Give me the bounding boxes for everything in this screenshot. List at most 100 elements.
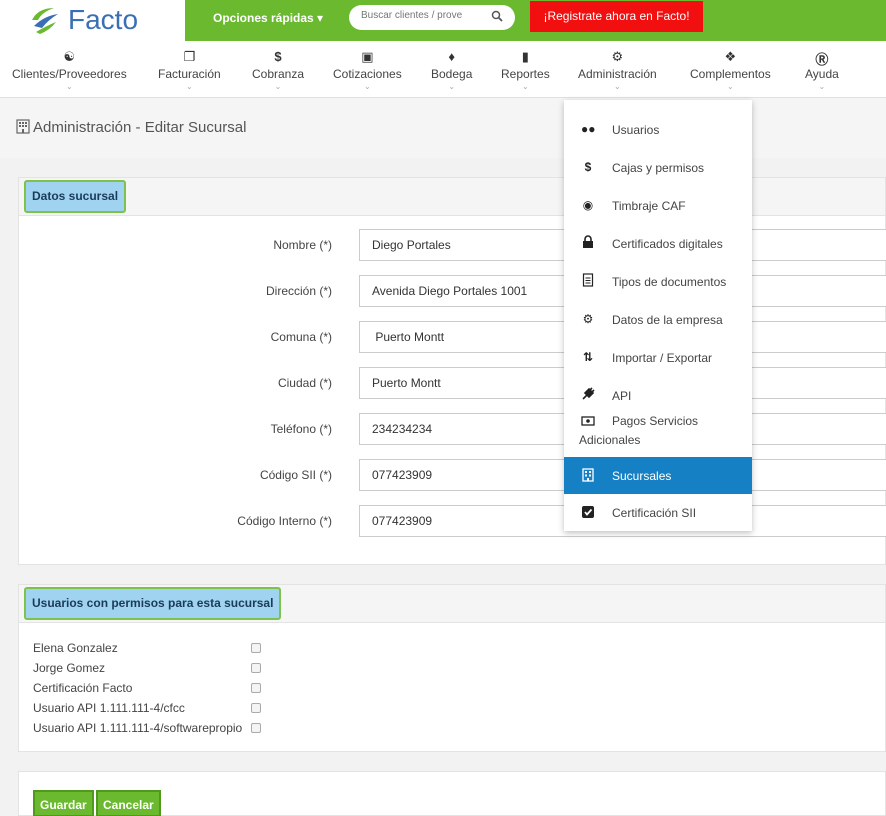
user-name: Certificación Facto bbox=[33, 681, 133, 695]
retweet-icon: ⇅ bbox=[582, 350, 594, 364]
register-button[interactable]: ¡Registrate ahora en Facto! bbox=[530, 1, 703, 32]
page-title: Administración - Editar Sucursal bbox=[16, 119, 246, 136]
user-permission-checkbox[interactable] bbox=[251, 643, 261, 653]
puzzle-icon: ❖ bbox=[724, 49, 737, 64]
comuna-label: Comuna (*) bbox=[270, 330, 332, 344]
nav-administracion[interactable]: ⚙ Administración ⌄ bbox=[578, 49, 657, 91]
nav-bodega[interactable]: ♦ Bodega ⌄ bbox=[431, 49, 472, 91]
search-input[interactable] bbox=[361, 10, 481, 21]
check-square-icon bbox=[582, 506, 594, 518]
menu-item-label: API bbox=[612, 389, 632, 403]
building-icon bbox=[16, 119, 30, 134]
nav-clientes-proveedores[interactable]: ☯ Clientes/Proveedores ⌄ bbox=[12, 49, 127, 91]
menu-item-label: Pagos Servicios bbox=[612, 414, 699, 428]
user-permission-checkbox[interactable] bbox=[251, 723, 261, 733]
facto-logo-icon bbox=[32, 8, 58, 34]
menu-item-label: Importar / Exportar bbox=[612, 351, 713, 365]
chevron-down-icon: ⌄ bbox=[66, 82, 73, 91]
menu-item-label: Usuarios bbox=[612, 123, 660, 137]
menu-item-label: Tipos de documentos bbox=[612, 275, 727, 289]
menu-item-label: Timbraje CAF bbox=[612, 199, 686, 213]
nav-cobranza[interactable]: $ Cobranza ⌄ bbox=[252, 49, 304, 91]
menu-item-timbraje-caf[interactable]: ◉ Timbraje CAF bbox=[564, 186, 752, 224]
save-button[interactable]: Guardar bbox=[33, 790, 94, 816]
nav-facturacion[interactable]: ❐ Facturación ⌄ bbox=[158, 49, 221, 91]
menu-item-cajas-permisos[interactable]: $ Cajas y permisos bbox=[564, 148, 752, 186]
section-title: Datos sucursal bbox=[24, 180, 127, 213]
nombre-label: Nombre (*) bbox=[273, 238, 332, 252]
menu-item-label: Certificación SII bbox=[612, 506, 697, 520]
gear-icon: ⚙ bbox=[582, 312, 594, 326]
admin-dropdown-menu: ●● Usuarios $ Cajas y permisos ◉ Timbraj… bbox=[564, 100, 752, 531]
menu-item-label: Adicionales bbox=[579, 433, 641, 447]
main-nav: ☯ Clientes/Proveedores ⌄ ❐ Facturación ⌄… bbox=[0, 41, 886, 98]
bar-chart-icon: ▮ bbox=[521, 49, 529, 64]
nav-label: Ayuda bbox=[805, 67, 839, 81]
menu-item-label: Cajas y permisos bbox=[612, 161, 705, 175]
chevron-down-icon: ⌄ bbox=[522, 82, 529, 91]
user-permission-checkbox[interactable] bbox=[251, 663, 261, 673]
menu-item-api[interactable]: API bbox=[564, 376, 752, 414]
search-box[interactable] bbox=[349, 5, 515, 30]
nav-label: Reportes bbox=[501, 67, 550, 81]
menu-item-tipos-documentos[interactable]: Tipos de documentos bbox=[564, 262, 752, 300]
chevron-down-icon: ⌄ bbox=[186, 82, 193, 91]
search-icon[interactable] bbox=[491, 10, 503, 22]
menu-item-label: Datos de la empresa bbox=[612, 313, 723, 327]
nav-label: Clientes/Proveedores bbox=[12, 67, 127, 81]
menu-item-datos-empresa[interactable]: ⚙ Datos de la empresa bbox=[564, 300, 752, 338]
nav-label: Cotizaciones bbox=[333, 67, 402, 81]
cubes-icon: ♦ bbox=[448, 49, 455, 64]
codigo-sii-label: Código SII (*) bbox=[259, 468, 332, 482]
menu-item-pagos-servicios[interactable]: Pagos Servicios Adicionales bbox=[564, 414, 752, 456]
logo[interactable]: Facto bbox=[0, 0, 185, 41]
menu-item-certificados-digitales[interactable]: Certificados digitales bbox=[564, 224, 752, 262]
nav-reportes[interactable]: ▮ Reportes ⌄ bbox=[501, 49, 550, 91]
cogs-icon: ⚙ bbox=[611, 49, 624, 64]
nav-label: Complementos bbox=[690, 67, 771, 81]
nav-cotizaciones[interactable]: ▣ Cotizaciones ⌄ bbox=[333, 49, 402, 91]
plug-icon bbox=[582, 387, 595, 400]
cancel-button[interactable]: Cancelar bbox=[96, 790, 161, 816]
chevron-down-icon: ⌄ bbox=[364, 82, 371, 91]
menu-item-sucursales[interactable]: Sucursales bbox=[564, 457, 752, 494]
chevron-down-icon: ⌄ bbox=[818, 82, 826, 91]
top-bar: Facto Opciones rápidas ▾ ¡Registrate aho… bbox=[0, 0, 886, 41]
chevron-down-icon: ⌄ bbox=[274, 82, 282, 91]
user-name: Elena Gonzalez bbox=[33, 641, 118, 655]
menu-item-importar-exportar[interactable]: ⇅ Importar / Exportar bbox=[564, 338, 752, 376]
money-icon bbox=[581, 416, 595, 426]
users-icon: ●● bbox=[581, 122, 596, 136]
nav-label: Bodega bbox=[431, 67, 473, 81]
nav-label: Facturación bbox=[158, 67, 221, 81]
direccion-label: Dirección (*) bbox=[265, 284, 332, 298]
ciudad-label: Ciudad (*) bbox=[277, 376, 332, 390]
codigo-interno-label: Código Interno (*) bbox=[237, 514, 332, 528]
nav-complementos[interactable]: ❖ Complementos ⌄ bbox=[690, 49, 771, 91]
user-name: Jorge Gomez bbox=[33, 661, 106, 675]
quick-options-menu[interactable]: Opciones rápidas ▾ bbox=[213, 11, 323, 25]
users-icon: ☯ bbox=[63, 49, 76, 64]
document-icon bbox=[582, 273, 594, 287]
lock-icon bbox=[583, 235, 593, 248]
menu-item-certificacion-sii[interactable]: Certificación SII bbox=[564, 494, 752, 531]
help-icon: Ⓡ bbox=[815, 52, 829, 67]
chevron-down-icon: ⌄ bbox=[448, 82, 456, 91]
cart-icon: ▣ bbox=[361, 49, 374, 64]
users-permissions-panel: Usuarios con permisos para esta sucursal… bbox=[18, 584, 886, 752]
chevron-down-icon: ⌄ bbox=[614, 82, 621, 91]
branch-data-panel: Datos sucursal Nombre (*) Diego Portales… bbox=[18, 177, 886, 565]
nav-label: Cobranza bbox=[252, 67, 305, 81]
chevron-down-icon: ⌄ bbox=[727, 82, 734, 91]
panel-header bbox=[19, 178, 885, 216]
dollar-icon: $ bbox=[584, 160, 592, 174]
building-icon bbox=[582, 468, 594, 482]
menu-item-label: Certificados digitales bbox=[612, 237, 723, 251]
user-permission-checkbox[interactable] bbox=[251, 703, 261, 713]
user-permission-checkbox[interactable] bbox=[251, 683, 261, 693]
menu-item-usuarios[interactable]: ●● Usuarios bbox=[564, 110, 752, 148]
user-name: Usuario API 1.111.111-4/cfcc bbox=[33, 701, 185, 715]
title-row: Administración - Editar Sucursal bbox=[0, 98, 886, 158]
dollar-icon: $ bbox=[274, 49, 282, 64]
nav-ayuda[interactable]: Ⓡ Ayuda ⌄ bbox=[805, 49, 839, 91]
